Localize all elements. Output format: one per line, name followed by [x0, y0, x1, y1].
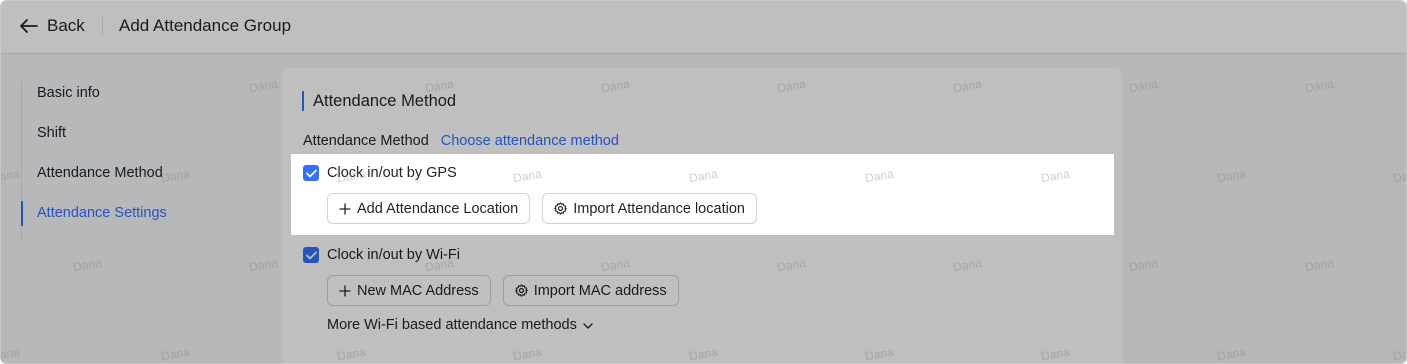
choose-method-link[interactable]: Choose attendance method [441, 133, 619, 149]
gps-checkbox-option[interactable]: Clock in/out by GPS [303, 165, 457, 181]
checkmark-icon [305, 169, 317, 177]
new-mac-address-button[interactable]: New MAC Address [327, 275, 491, 306]
step-attendance-settings[interactable]: Attendance Settings [21, 201, 242, 241]
back-label: Back [47, 16, 85, 35]
gear-icon [554, 202, 568, 215]
import-mac-address-button[interactable]: Import MAC address [502, 275, 679, 306]
import-attendance-location-label: Import Attendance location [573, 200, 745, 217]
gear-icon [514, 284, 528, 297]
page-title: Add Attendance Group [119, 16, 292, 35]
method-label: Attendance Method [303, 133, 429, 149]
wifi-label: Clock in/out by Wi-Fi [327, 247, 460, 263]
add-attendance-location-button[interactable]: Add Attendance Location [327, 193, 531, 224]
plus-icon [339, 203, 351, 215]
wifi-buttons: New MAC Address Import MAC address [327, 275, 679, 306]
add-attendance-location-label: Add Attendance Location [357, 200, 519, 217]
chevron-down-icon [583, 317, 593, 333]
wifi-checkbox-option[interactable]: Clock in/out by Wi-Fi [303, 247, 460, 263]
app-window: Back Add Attendance Group Basic info Shi… [0, 0, 1407, 364]
gps-label: Clock in/out by GPS [327, 165, 457, 181]
new-mac-address-label: New MAC Address [357, 282, 479, 299]
checkmark-icon [305, 251, 317, 259]
attendance-method-card: Attendance Method Attendance Method Choo… [282, 68, 1122, 363]
step-nav: Basic info Shift Attendance Method Atten… [21, 81, 242, 241]
import-mac-address-label: Import MAC address [533, 282, 667, 299]
step-basic-info[interactable]: Basic info [22, 81, 242, 121]
gps-buttons: Add Attendance Location Import Attendanc… [327, 193, 757, 224]
step-attendance-method[interactable]: Attendance Method [22, 161, 242, 201]
import-attendance-location-button[interactable]: Import Attendance location [542, 193, 757, 224]
gps-checkbox[interactable] [303, 165, 319, 181]
section-title: Attendance Method [302, 91, 456, 111]
step-shift[interactable]: Shift [22, 121, 242, 161]
wifi-checkbox[interactable] [303, 247, 319, 263]
method-row: Attendance Method Choose attendance meth… [303, 133, 619, 149]
back-button[interactable]: Back [19, 14, 85, 38]
more-wifi-methods-label: More Wi-Fi based attendance methods [327, 317, 577, 333]
plus-icon [339, 285, 351, 297]
header-divider [102, 17, 103, 35]
top-bar: Back Add Attendance Group [1, 1, 1406, 54]
more-wifi-methods-link[interactable]: More Wi-Fi based attendance methods [327, 317, 593, 333]
arrow-left-icon [19, 18, 39, 34]
